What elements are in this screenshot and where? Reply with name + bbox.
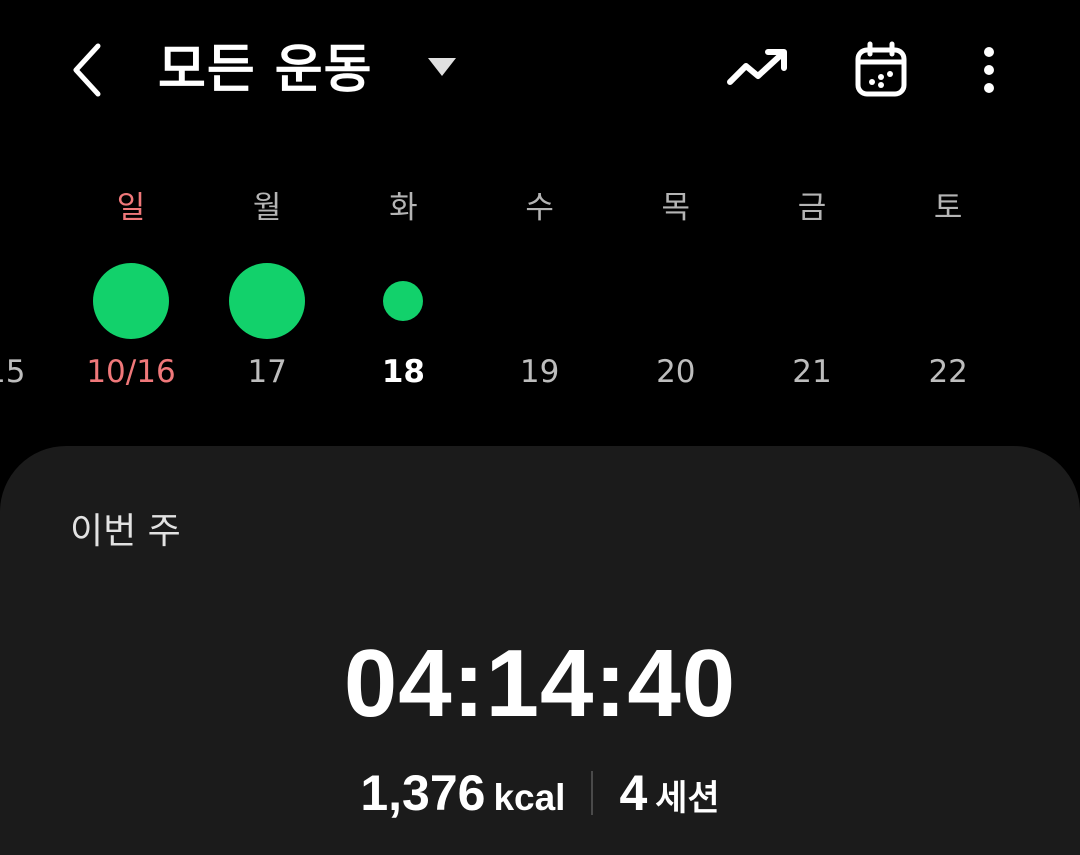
page-title[interactable]: 모든 운동 — [158, 36, 372, 104]
day-column-4[interactable]: 목 20 — [616, 180, 736, 400]
more-vert-icon — [984, 47, 994, 93]
summary-period-label: 이번 주 — [70, 511, 181, 552]
day-date: 22 — [928, 354, 968, 390]
chevron-left-icon — [73, 43, 101, 97]
total-exercise-time: 04:14:40 — [343, 630, 737, 737]
weekly-summary-card[interactable]: 이번 주 04:14:40 1,376 kcal 4 세션 — [0, 446, 1080, 855]
triangle-down-icon — [428, 58, 456, 76]
day-name: 수 — [525, 190, 554, 226]
day-name: 목 — [661, 190, 691, 226]
previous-week-date: 15 — [0, 354, 26, 390]
activity-dot — [229, 263, 306, 339]
calories-value: 1,376 — [360, 765, 486, 821]
activity-dot — [383, 281, 424, 321]
day-name: 토 — [933, 190, 963, 226]
day-date: 20 — [656, 354, 696, 390]
sessions-stat: 4 세션 — [619, 764, 719, 822]
day-date: 18 — [381, 354, 425, 390]
more-options-button[interactable] — [964, 40, 1014, 100]
day-name: 금 — [797, 190, 827, 226]
sessions-unit: 세션 — [655, 779, 720, 819]
week-strip: 15 일 10/16 월 17 화 18 수 19 목 20 금 21 토 22 — [0, 180, 1080, 410]
calendar-button[interactable] — [850, 40, 912, 100]
day-name: 화 — [389, 190, 418, 226]
stats-divider — [591, 771, 594, 815]
back-button[interactable] — [60, 36, 120, 104]
day-column-0[interactable]: 일 10/16 — [71, 180, 191, 400]
day-column-2[interactable]: 화 18 — [343, 180, 463, 400]
day-name: 월 — [252, 190, 282, 226]
day-date: 19 — [519, 354, 560, 390]
day-column-1[interactable]: 월 17 — [207, 180, 327, 400]
day-date: 17 — [247, 354, 287, 390]
summary-stats: 1,376 kcal 4 세션 — [0, 764, 1080, 828]
sessions-value: 4 — [619, 765, 648, 821]
day-column-5[interactable]: 금 21 — [752, 180, 872, 400]
activity-filter-dropdown[interactable] — [418, 46, 466, 94]
workout-screen: 모든 운동 5 일 10/16 월 17 화 18 수 19 목 20 금 21… — [0, 0, 1080, 855]
day-date: 21 — [792, 354, 832, 390]
activity-dot — [93, 263, 169, 339]
calendar-icon — [855, 41, 907, 97]
calories-unit: kcal — [493, 777, 566, 818]
day-column-3[interactable]: 수 19 — [480, 180, 600, 400]
day-name: 일 — [116, 190, 146, 226]
trends-button[interactable] — [724, 40, 792, 100]
app-header: 모든 운동 — [0, 0, 1080, 140]
trend-up-icon — [727, 49, 787, 85]
day-column-6[interactable]: 토 22 — [888, 180, 1008, 400]
day-date: 10/16 — [86, 354, 176, 390]
calories-stat: 1,376 kcal — [360, 764, 565, 822]
